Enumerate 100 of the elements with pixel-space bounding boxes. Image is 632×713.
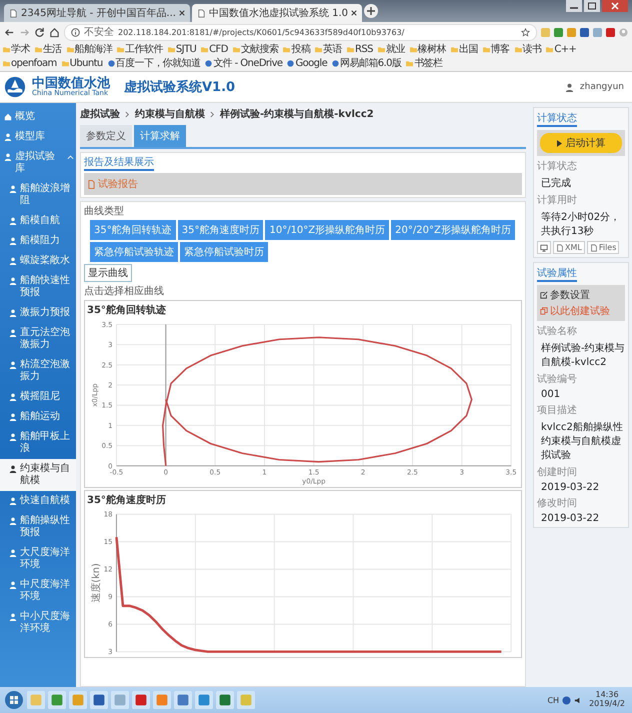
monitor-button[interactable] <box>537 241 551 254</box>
sidebar-item[interactable]: 模型库 <box>0 127 76 147</box>
sidebar-item[interactable]: 直元法空泡激振力 <box>0 323 76 355</box>
section-heading: 报告及结果展示 <box>84 155 154 171</box>
tool-button[interactable]: Files <box>586 241 620 254</box>
sidebar-item[interactable]: 船舶甲板上浪 <box>0 427 76 459</box>
close-icon[interactable] <box>178 10 185 16</box>
page-icon <box>9 8 18 18</box>
sidebar-item[interactable]: 概览 <box>0 107 76 127</box>
bookmark[interactable]: 出国 <box>450 43 478 56</box>
app-icon[interactable] <box>90 691 108 709</box>
info-icon[interactable] <box>71 28 80 36</box>
bookmark[interactable]: openfoam <box>3 57 57 70</box>
start-button[interactable]: 启动计算 <box>540 133 622 153</box>
user-icon <box>9 393 17 401</box>
bookmark[interactable]: 书签栏 <box>406 57 442 70</box>
bookmark[interactable]: 文献搜索 <box>232 43 278 56</box>
bookmark[interactable]: 博客 <box>482 43 510 56</box>
bookmark[interactable]: 生活 <box>34 43 62 56</box>
bookmark[interactable]: 文件 - OneDrive <box>205 57 282 70</box>
chevron-icon <box>125 110 130 118</box>
sidebar-item[interactable]: 虚拟试验库 <box>0 147 76 179</box>
star-icon[interactable] <box>521 28 530 36</box>
edit-icon <box>540 291 548 299</box>
app-icon[interactable] <box>195 691 213 709</box>
browser-tab[interactable]: 中国数值水池虚拟试验系统 1.0 <box>192 4 362 22</box>
caret-icon[interactable] <box>67 154 74 160</box>
chart-title: 35°舵角回转轨迹 <box>87 303 167 317</box>
sidebar-item[interactable]: 船模自航 <box>0 211 76 231</box>
sidebar-item[interactable]: 中小尺度海洋环境 <box>0 607 76 639</box>
user-icon <box>9 413 17 421</box>
reload-icon[interactable] <box>34 26 45 38</box>
sidebar-item[interactable]: 横摇阻尼 <box>0 387 76 407</box>
breadcrumb-item[interactable]: 虚拟试验 <box>80 107 120 121</box>
breadcrumb-item[interactable]: 约束模与自航模 <box>135 107 205 121</box>
folder-icon <box>168 46 175 53</box>
language-indicator[interactable]: CH <box>547 696 560 704</box>
sidebar-item[interactable]: 船舶操纵性预报 <box>0 511 76 543</box>
axis-label: 速度(kn) <box>90 563 102 603</box>
bookmark[interactable]: RSS <box>347 43 373 56</box>
sidebar-item[interactable]: 船模阻力 <box>0 231 76 251</box>
folder-icon <box>546 46 554 53</box>
app-icon[interactable] <box>216 691 234 709</box>
breadcrumb-item[interactable]: 样例试验-约束模与自航模-kvlcc2 <box>220 107 374 121</box>
bookmark[interactable]: C++ <box>546 43 576 56</box>
maximize-icon[interactable] <box>584 0 600 12</box>
minimize-icon[interactable] <box>566 0 582 12</box>
field-value: 2019-03-22 <box>540 482 600 493</box>
folder-icon <box>482 46 490 53</box>
field-label: 项目描述 <box>537 404 578 417</box>
tab[interactable]: 参数定义 <box>80 125 132 147</box>
home-icon[interactable] <box>49 26 60 38</box>
new-tab-icon[interactable] <box>364 4 378 18</box>
sidebar-item[interactable]: 约束模与自航模 <box>0 459 76 491</box>
sidebar-item[interactable]: 船舶运动 <box>0 407 76 427</box>
browser-tab[interactable]: 2345网址导航 - 开创中国百年品... <box>4 4 190 22</box>
sidebar-item[interactable]: 大尺度海洋环境 <box>0 543 76 575</box>
app-icon[interactable] <box>174 691 192 709</box>
start-button[interactable] <box>4 690 24 710</box>
bookmark[interactable]: 就业 <box>378 43 405 56</box>
back-icon[interactable] <box>4 26 15 38</box>
action-link[interactable]: 参数设置 <box>540 288 590 302</box>
sidebar-item[interactable]: 船舶快速性预报 <box>0 271 76 303</box>
address-field[interactable]: 不安全 202.118.184.201:8181/#/projects/K0601/5c943633f589d40f10b93763/ <box>64 24 537 40</box>
sidebar-item[interactable]: 快速自航模 <box>0 491 76 511</box>
bookmark[interactable]: 投稿 <box>283 43 310 56</box>
folder-icon <box>283 46 290 53</box>
sidebar-item[interactable]: 中尺度海洋环境 <box>0 575 76 607</box>
bookmark[interactable]: 英语 <box>315 43 342 56</box>
bookmark[interactable]: 船舶海洋 <box>66 43 112 56</box>
bookmark[interactable]: SJTU <box>168 43 196 56</box>
user-name[interactable]: zhangyun <box>580 82 624 92</box>
folder-icon <box>315 46 322 53</box>
bookmark[interactable]: 读书 <box>514 43 542 56</box>
tool-button[interactable]: XML <box>553 241 585 254</box>
bookmark[interactable]: CFD <box>201 43 228 56</box>
bookmark[interactable]: Ubuntu <box>62 57 103 70</box>
globe-icon <box>287 60 294 67</box>
clock[interactable]: 14:36 2019/4/2 <box>586 691 628 709</box>
show-curve-button[interactable]: 显示曲线 <box>84 264 132 282</box>
bookmark[interactable]: 百度一下，你就知道 <box>108 57 200 70</box>
sidebar-item[interactable]: 螺旋桨敞水 <box>0 251 76 271</box>
folder-icon <box>347 46 354 53</box>
bookmark[interactable]: 橡树林 <box>410 43 446 56</box>
bookmark[interactable]: 网易邮箱6.0版 <box>332 57 402 70</box>
monitor-icon <box>540 244 548 252</box>
sidebar-item[interactable]: 粘流空泡激振力 <box>0 355 76 387</box>
app-icon[interactable] <box>48 691 66 709</box>
folder-icon <box>514 46 522 53</box>
time-text: 14:36 <box>596 691 619 700</box>
user-icon <box>9 613 17 621</box>
help-icon[interactable] <box>562 696 572 704</box>
bookmark[interactable]: Google <box>287 57 328 70</box>
close-icon[interactable] <box>351 10 358 16</box>
bookmark[interactable]: 学术 <box>3 43 30 56</box>
field-label: 计算状态 <box>537 160 578 173</box>
bookmark[interactable]: 工作软件 <box>117 43 163 56</box>
sidebar-item[interactable]: 船舶波浪增阻 <box>0 179 76 211</box>
sidebar-item[interactable]: 激振力预报 <box>0 303 76 323</box>
app-icon[interactable] <box>132 691 150 709</box>
